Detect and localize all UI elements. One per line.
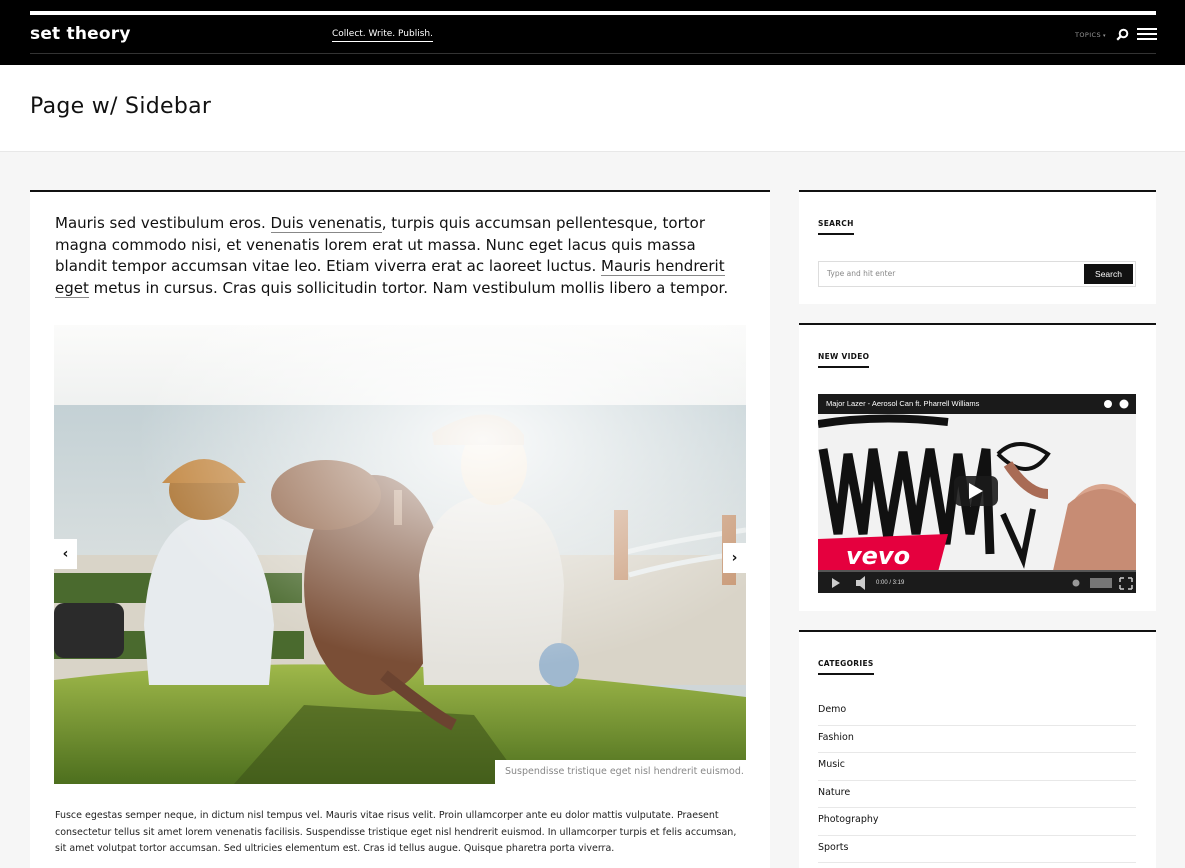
video-player[interactable]: vevo Major Lazer - Aerosol Can ft. Pharr… xyxy=(818,394,1136,593)
video-thumbnail: vevo xyxy=(818,394,1136,593)
slider-caption: Suspendisse tristique eget nisl hendreri… xyxy=(495,760,746,784)
page-title-band: Page w/ Sidebar xyxy=(0,65,1185,152)
category-item-nature[interactable]: Nature xyxy=(818,781,1136,808)
main-content: Mauris sed vestibulum eros. Duis venenat… xyxy=(30,190,770,868)
widget-title-video: NEW VIDEO xyxy=(818,352,870,368)
intro-text-1: Mauris sed vestibulum eros. xyxy=(55,214,271,232)
widget-title-search: SEARCH xyxy=(818,219,854,235)
intro-link-1[interactable]: Duis venenatis xyxy=(270,214,382,233)
chevron-left-icon: ‹ xyxy=(62,546,69,562)
category-item-sports[interactable]: Sports xyxy=(818,836,1136,863)
image-slider[interactable]: ‹ › Suspendisse tristique eget nisl hend… xyxy=(54,325,746,784)
slider-next-button[interactable]: › xyxy=(723,543,746,573)
category-item-fashion[interactable]: Fashion xyxy=(818,726,1136,753)
site-tagline[interactable]: Collect. Write. Publish. xyxy=(332,29,433,42)
topics-label: TOPICS xyxy=(1075,31,1101,39)
hamburger-menu-icon[interactable] xyxy=(1137,28,1157,40)
search-widget: SEARCH Type and hit enter Search xyxy=(799,190,1156,304)
video-widget: NEW VIDEO vevo Major Lazer - Aerosol Can… xyxy=(799,323,1156,611)
page-title: Page w/ Sidebar xyxy=(30,94,212,119)
site-logo[interactable]: set theory xyxy=(30,24,131,44)
widget-title-categories: CATEGORIES xyxy=(818,659,874,675)
caret-down-icon: ▾ xyxy=(1103,33,1106,39)
search-button[interactable]: Search xyxy=(1084,264,1133,284)
intro-paragraph: Mauris sed vestibulum eros. Duis venenat… xyxy=(55,213,740,299)
chevron-right-icon: › xyxy=(731,550,738,566)
intro-text-3: metus in cursus. Cras quis sollicitudin … xyxy=(88,278,729,297)
site-header: set theory Collect. Write. Publish. TOPI… xyxy=(0,0,1185,65)
video-title[interactable]: Major Lazer - Aerosol Can ft. Pharrell W… xyxy=(826,399,979,408)
search-icon[interactable] xyxy=(1116,28,1129,41)
video-time: 0:00 / 3:19 xyxy=(876,580,905,586)
header-bottom-rule xyxy=(30,53,1156,54)
vevo-logo: vevo xyxy=(846,542,910,570)
category-item-music[interactable]: Music xyxy=(818,753,1136,781)
body-paragraph: Fusce egestas semper neque, in dictum ni… xyxy=(55,810,737,854)
categories-widget: CATEGORIES Demo Fashion Music Nature Pho… xyxy=(799,630,1156,868)
category-list: Demo Fashion Music Nature Photography Sp… xyxy=(818,698,1136,863)
category-item-photography[interactable]: Photography xyxy=(818,808,1136,836)
header-top-rule xyxy=(30,11,1156,15)
slider-prev-button[interactable]: ‹ xyxy=(54,539,77,569)
category-item-demo[interactable]: Demo xyxy=(818,698,1136,726)
beach-photo xyxy=(54,325,746,784)
topics-menu[interactable]: TOPICS ▾ xyxy=(1075,31,1106,39)
